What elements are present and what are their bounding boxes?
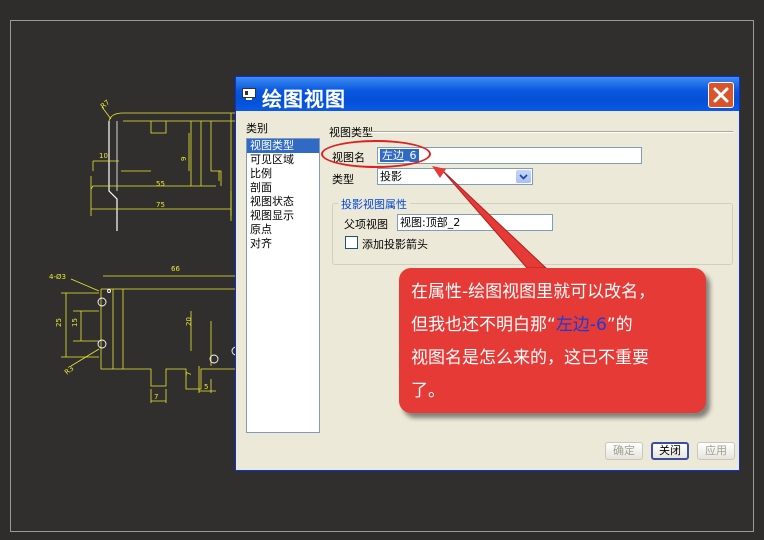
callout-line-3: 视图名是怎么来的，这已不重要 <box>411 348 649 368</box>
callout-line-1: 在属性-绘图视图里就可以改名， <box>411 282 656 302</box>
callout-line-2-end: ”的 <box>606 315 633 335</box>
callout-line-4: 了。 <box>411 381 445 401</box>
annotation-callout: 在属性-绘图视图里就可以改名， 但我也还不明白那“左边-6”的 视图名是怎么来的… <box>399 268 706 413</box>
callout-line-2-start: 但我也还不明白那“ <box>411 315 556 335</box>
callout-highlight: 左边-6 <box>555 315 607 335</box>
callout-line-2: 但我也还不明白那“左边-6”的 <box>411 309 696 342</box>
